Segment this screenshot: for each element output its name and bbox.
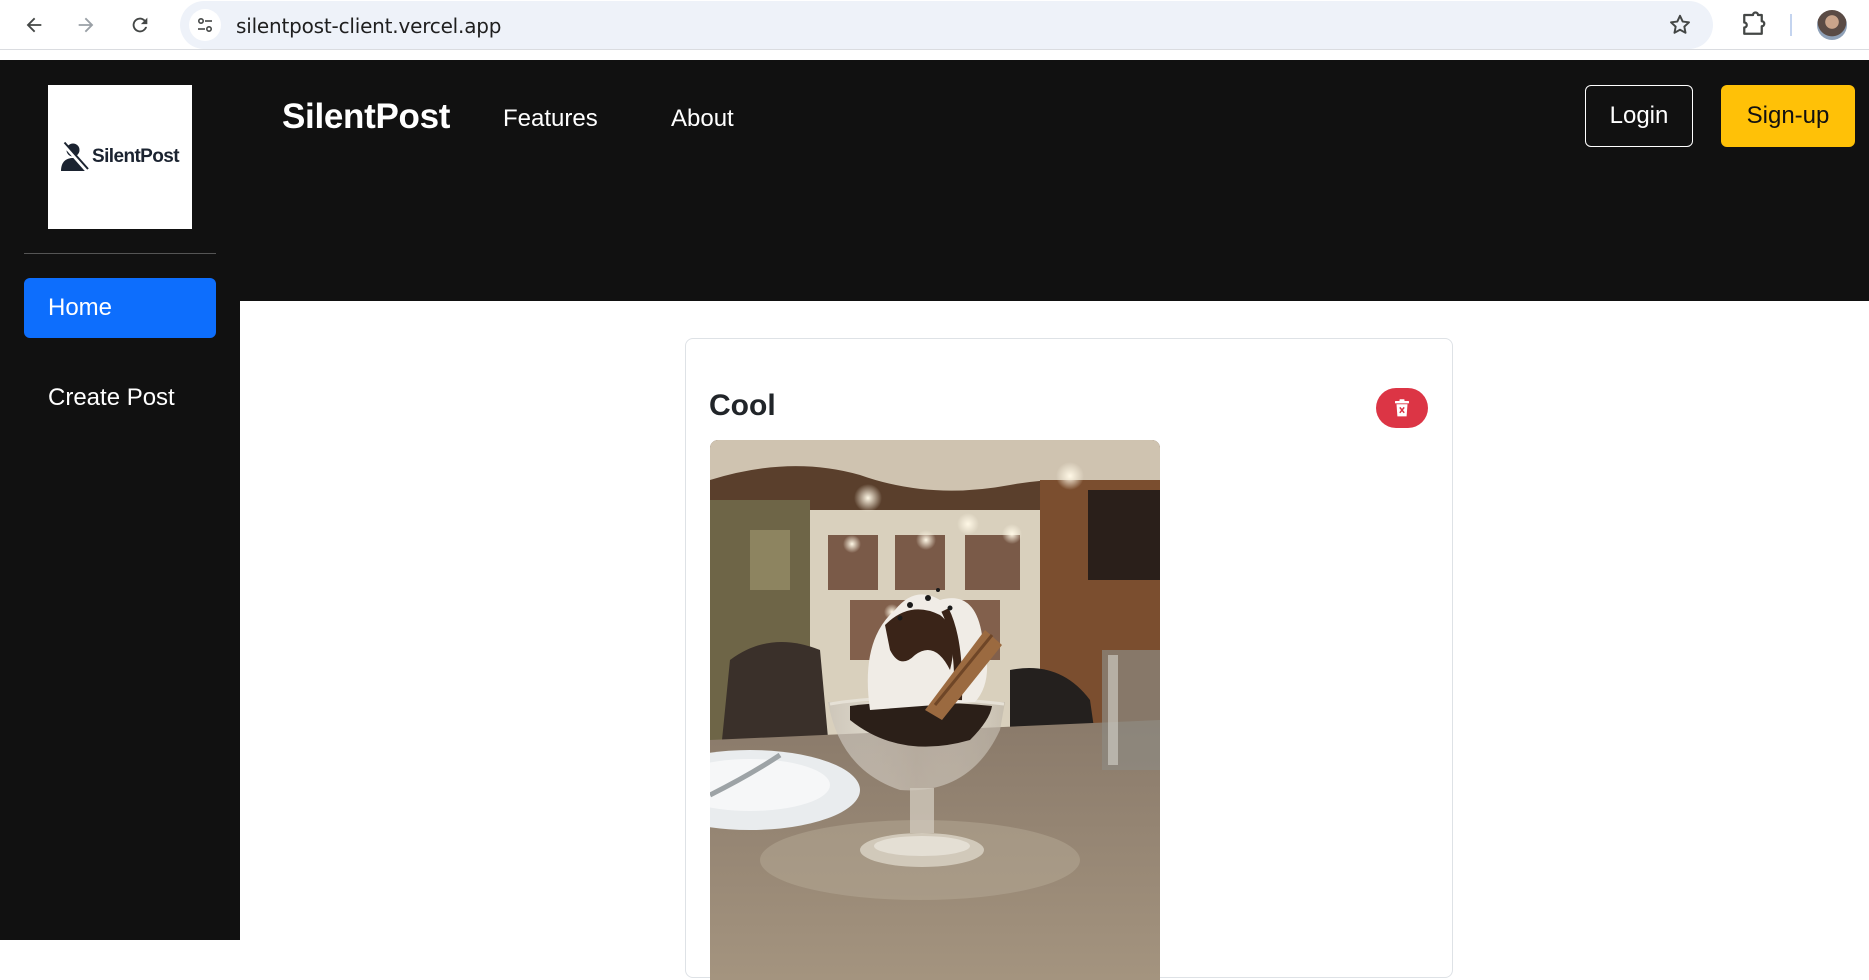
reload-icon[interactable] <box>124 9 156 41</box>
top-navbar: SilentPost Features About Login Sign-up <box>240 60 1869 301</box>
signup-button[interactable]: Sign-up <box>1721 85 1855 147</box>
login-button[interactable]: Login <box>1585 85 1693 147</box>
brand-title[interactable]: SilentPost <box>282 97 450 137</box>
sidebar-item-label: Create Post <box>48 384 175 411</box>
sidebar-divider <box>24 253 216 254</box>
extensions-puzzle-icon[interactable] <box>1738 10 1768 40</box>
toolbar-divider <box>1790 14 1792 36</box>
sidebar-item-create-post[interactable]: Create Post <box>24 368 216 428</box>
logo-mark-icon <box>61 141 89 172</box>
nav-link-features[interactable]: Features <box>503 105 598 133</box>
address-bar[interactable]: silentpost-client.vercel.app <box>180 1 1713 49</box>
url-text: silentpost-client.vercel.app <box>236 14 502 38</box>
post-image <box>710 440 1160 980</box>
post-title: Cool <box>709 389 776 422</box>
main-content: Cool <box>240 301 1869 980</box>
profile-avatar[interactable] <box>1817 10 1847 40</box>
bookmark-star-icon[interactable] <box>1667 12 1693 38</box>
app-root: SilentPost Home Create Post SilentPost F… <box>0 60 1869 980</box>
logo[interactable]: SilentPost <box>48 85 192 229</box>
forward-arrow-icon[interactable] <box>70 9 102 41</box>
trash-icon <box>1395 399 1409 417</box>
sidebar-item-label: Home <box>48 294 113 321</box>
back-arrow-icon[interactable] <box>18 9 50 41</box>
site-info-icon[interactable] <box>189 9 221 41</box>
nav-link-about[interactable]: About <box>671 105 734 133</box>
sidebar: SilentPost Home Create Post <box>0 60 240 940</box>
delete-post-button[interactable] <box>1376 388 1428 428</box>
browser-toolbar: silentpost-client.vercel.app <box>0 0 1869 50</box>
sidebar-item-home[interactable]: Home <box>24 278 216 338</box>
logo-text: SilentPost <box>92 146 180 167</box>
post-card: Cool <box>685 338 1453 980</box>
